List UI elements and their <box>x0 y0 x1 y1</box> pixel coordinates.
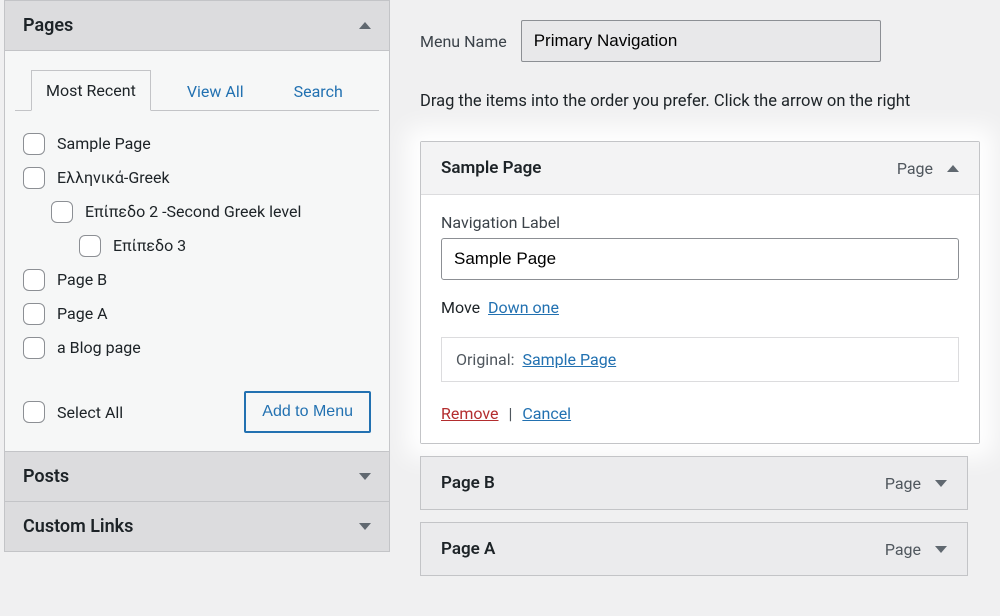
checkbox-icon[interactable] <box>23 401 45 423</box>
caret-up-icon <box>359 22 371 29</box>
page-item-label: Επίπεδο 2 -Second Greek level <box>85 202 301 221</box>
menu-item-type: Page <box>885 474 921 493</box>
add-to-menu-button[interactable]: Add to Menu <box>244 391 371 433</box>
menu-item-title: Page A <box>441 539 885 559</box>
caret-down-icon <box>359 473 371 480</box>
instructions-text: Drag the items into the order you prefer… <box>420 92 1000 111</box>
move-down-one-link[interactable]: Down one <box>488 298 559 317</box>
remove-link[interactable]: Remove <box>441 404 499 423</box>
page-item-label: Page B <box>57 270 107 289</box>
posts-accordion-toggle[interactable]: Posts <box>5 452 389 501</box>
page-item-label: Page A <box>57 304 108 323</box>
menu-name-label: Menu Name <box>420 32 507 51</box>
nav-label-input[interactable] <box>441 238 959 280</box>
menu-item-toggle[interactable]: Page B Page <box>421 457 967 509</box>
page-item-label: Sample Page <box>57 134 151 153</box>
tab-search[interactable]: Search <box>280 72 357 111</box>
caret-up-icon <box>947 165 959 172</box>
move-label: Move <box>441 298 480 317</box>
menu-item-toggle[interactable]: Sample Page Page <box>421 142 979 195</box>
posts-accordion-title: Posts <box>23 466 69 487</box>
page-item[interactable]: Επίπεδο 3 <box>23 229 371 263</box>
checkbox-icon[interactable] <box>23 337 45 359</box>
original-label: Original: <box>456 350 515 369</box>
page-item[interactable]: Ελληνικά-Greek <box>23 161 371 195</box>
checkbox-icon[interactable] <box>51 201 73 223</box>
page-item-label: Επίπεδο 3 <box>113 236 186 255</box>
pages-accordion-title: Pages <box>23 15 73 36</box>
custom-links-accordion-toggle[interactable]: Custom Links <box>5 502 389 551</box>
pages-accordion-toggle[interactable]: Pages <box>5 1 389 50</box>
checkbox-icon[interactable] <box>23 167 45 189</box>
menu-item-type: Page <box>897 159 933 178</box>
menu-item-title: Sample Page <box>441 158 897 178</box>
checkbox-icon[interactable] <box>23 303 45 325</box>
select-all-label: Select All <box>57 403 123 422</box>
page-item[interactable]: Sample Page <box>23 127 371 161</box>
select-all-checkbox[interactable]: Select All <box>23 401 123 423</box>
checkbox-icon[interactable] <box>23 133 45 155</box>
page-item[interactable]: a Blog page <box>23 331 371 365</box>
caret-down-icon <box>935 546 947 553</box>
checkbox-icon[interactable] <box>79 235 101 257</box>
separator: | <box>508 404 512 423</box>
page-item[interactable]: Επίπεδο 2 -Second Greek level <box>23 195 371 229</box>
original-page-link[interactable]: Sample Page <box>522 350 616 369</box>
caret-down-icon <box>935 480 947 487</box>
page-item-label: a Blog page <box>57 338 141 357</box>
custom-links-accordion-title: Custom Links <box>23 516 133 537</box>
cancel-link[interactable]: Cancel <box>522 404 571 423</box>
menu-name-input[interactable] <box>521 20 881 62</box>
tab-view-all[interactable]: View All <box>173 72 258 111</box>
menu-item-toggle[interactable]: Page A Page <box>421 523 967 575</box>
menu-item-title: Page B <box>441 473 885 493</box>
menu-item-type: Page <box>885 540 921 559</box>
checkbox-icon[interactable] <box>23 269 45 291</box>
page-item[interactable]: Page B <box>23 263 371 297</box>
page-item-label: Ελληνικά-Greek <box>57 168 170 187</box>
page-item[interactable]: Page A <box>23 297 371 331</box>
caret-down-icon <box>359 523 371 530</box>
tab-most-recent[interactable]: Most Recent <box>31 70 151 111</box>
nav-label-field-label: Navigation Label <box>441 213 959 232</box>
